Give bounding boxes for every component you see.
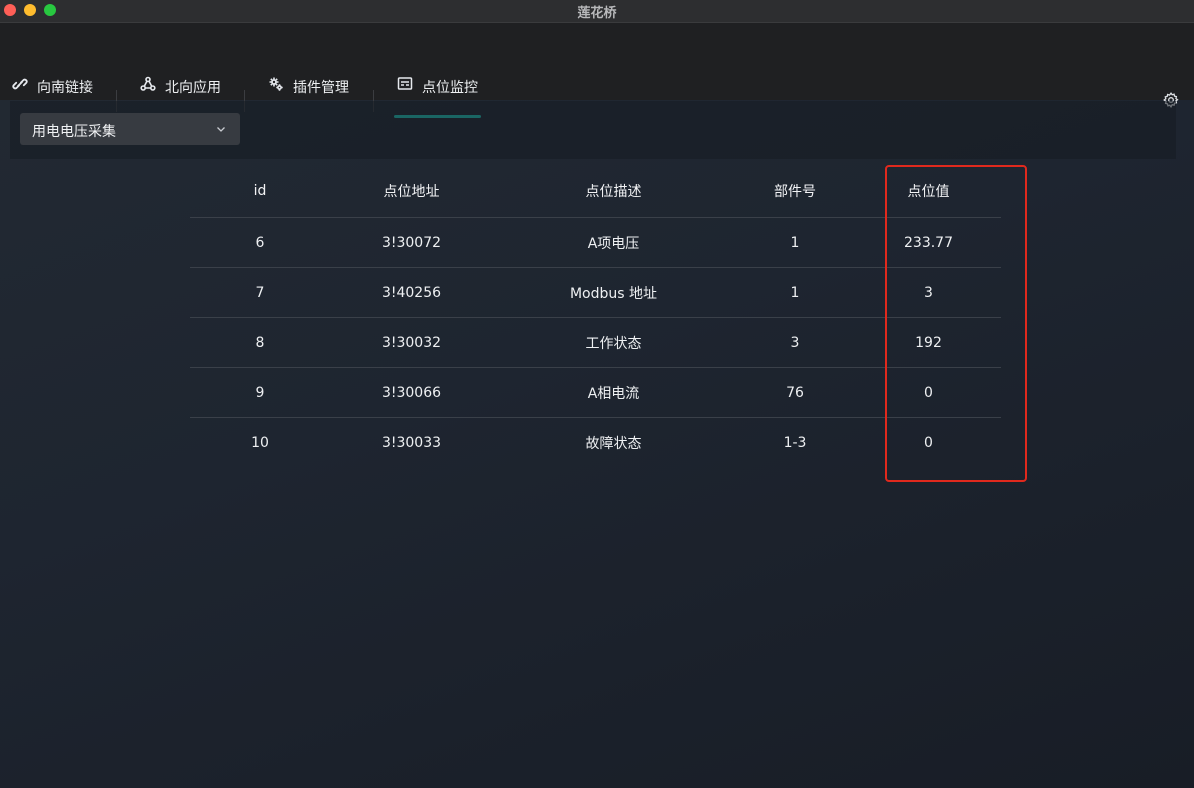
- cell-part-no: 1: [734, 217, 856, 268]
- cell-description: 工作状态: [493, 317, 734, 368]
- cell-value: 192: [856, 317, 1001, 368]
- cell-description: A相电流: [493, 367, 734, 418]
- tab-label: 向南链接: [37, 80, 93, 96]
- cell-id: 7: [190, 267, 330, 318]
- tab-label: 北向应用: [165, 80, 221, 96]
- cell-value: 0: [924, 434, 933, 451]
- column-header-id: id: [190, 164, 330, 218]
- cell-description: Modbus 地址: [493, 267, 734, 318]
- tab-label: 插件管理: [293, 80, 349, 96]
- tab-label: 点位监控: [422, 80, 478, 96]
- link-icon: [12, 76, 28, 92]
- top-navigation: 向南链接 北向应用 插件管理 点位监控: [0, 23, 1194, 118]
- table-row: 9 3!30066 A相电流 76 0: [190, 367, 1001, 418]
- cell-id: 6: [190, 217, 330, 268]
- cell-part-no: 3: [734, 317, 856, 368]
- plugin-gear-icon: [268, 76, 284, 92]
- chevron-down-icon: [216, 124, 226, 134]
- window-title: 莲花桥: [577, 6, 617, 21]
- cell-part-no: 76: [734, 367, 856, 418]
- cell-value: 0: [856, 367, 1001, 418]
- monitor-icon: [397, 76, 413, 92]
- cell-value: 233.77: [856, 217, 1001, 268]
- cell-address: 3!30072: [330, 217, 493, 268]
- table-row: 10 3!30033 故障状态 1-3 0: [190, 418, 1001, 468]
- cell-id: 8: [190, 317, 330, 368]
- column-header-part-no: 部件号: [734, 164, 856, 218]
- window-titlebar: 莲花桥: [0, 0, 1194, 23]
- table-row: 8 3!30032 工作状态 3 192: [190, 317, 1001, 368]
- column-header-address: 点位地址: [330, 164, 493, 218]
- table-row: 7 3!40256 Modbus 地址 1 3: [190, 267, 1001, 318]
- cell-part-no: 1: [734, 267, 856, 318]
- group-select[interactable]: 用电电压采集: [20, 113, 240, 145]
- cell-description: 故障状态: [585, 435, 642, 452]
- cell-address: 3!30066: [330, 367, 493, 418]
- table-header-row: id 点位地址 点位描述 部件号 点位值: [190, 164, 1001, 218]
- cell-id: 10: [251, 434, 269, 451]
- group-select-value: 用电电压采集: [32, 124, 116, 140]
- cell-address: 3!30032: [330, 317, 493, 368]
- cell-part-no: 1-3: [783, 434, 807, 451]
- cell-description: A项电压: [493, 217, 734, 268]
- cell-address: 3!30033: [381, 434, 442, 451]
- points-table: id 点位地址 点位描述 部件号 点位值 6 3!30072 A项电压 1 23…: [190, 164, 1001, 467]
- cell-address: 3!40256: [330, 267, 493, 318]
- cell-id: 9: [190, 367, 330, 418]
- table-row: 6 3!30072 A项电压 1 233.77: [190, 217, 1001, 268]
- column-header-value: 点位值: [856, 164, 1001, 218]
- cell-value: 3: [856, 267, 1001, 318]
- share-nodes-icon: [140, 76, 156, 92]
- column-header-description: 点位描述: [493, 164, 734, 218]
